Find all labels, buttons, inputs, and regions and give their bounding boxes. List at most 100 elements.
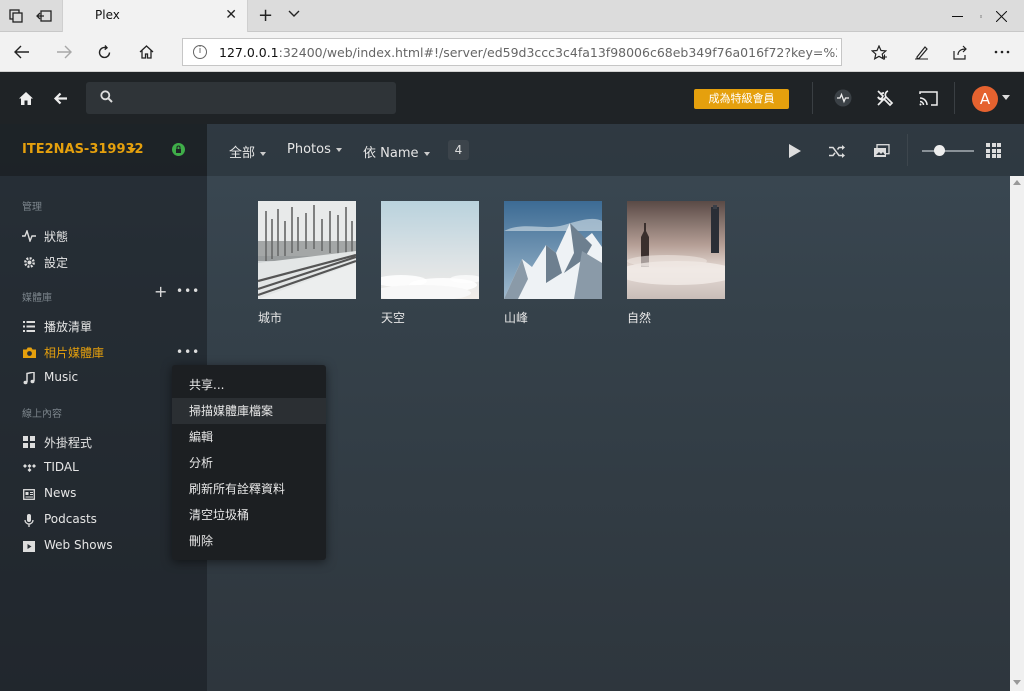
library-toolbar: 全部 Photos 依 Name 4 [207,124,1024,176]
chevron-down-icon[interactable] [1002,95,1010,100]
chevron-down-icon [423,151,430,156]
album-title[interactable]: 山峰 [504,309,528,326]
menu-item-scan-library[interactable]: 掃描媒體庫檔案 [172,398,326,424]
more-icon[interactable] [990,41,1014,63]
item-count-badge: 4 [448,140,469,160]
sort-dropdown[interactable]: 依 Name [363,142,430,161]
scrollbar[interactable] [1010,176,1024,691]
menu-item-delete[interactable]: 刪除 [172,528,326,554]
tab-manager-icon[interactable] [6,6,26,26]
tidal-icon [22,461,36,475]
menu-item-refresh-metadata[interactable]: 刷新所有詮釋資料 [172,476,326,502]
search-input[interactable] [124,86,384,110]
sidebar-item-settings[interactable]: 設定 [0,251,207,273]
sidebar-item-label: 相片媒體庫 [44,346,105,360]
filter-dropdown[interactable]: 全部 [229,142,267,161]
filter-label: 全部 [229,146,256,161]
slider-handle[interactable] [934,145,945,156]
music-note-icon [22,371,36,385]
album-card[interactable]: 自然 [627,201,725,325]
microphone-icon [22,513,36,527]
set-tabs-aside-icon[interactable] [34,6,54,26]
sidebar-item-label: Music [44,370,79,384]
poster-size-slider[interactable] [922,150,974,152]
plex-app: 成為特級會員 A ITE2NAS-319932 管理 狀態 設定 媒體庫 + •… [0,72,1024,691]
url-input[interactable]: i 127.0.0.1:32400/web/index.html#!/serve… [182,38,842,66]
news-icon [22,487,36,501]
sort-prefix: 依 [363,146,377,161]
tab-plex[interactable]: Plex ✕ [62,0,248,32]
album-poster-city-fog[interactable] [627,201,725,299]
share-icon[interactable] [948,41,972,63]
forward-arrow-icon[interactable] [52,41,76,63]
sidebar-item-label: 外掛程式 [44,436,93,450]
home-icon[interactable] [16,88,36,108]
maximize-button[interactable] [936,0,982,32]
plex-top-nav: 成為特級會員 A [0,72,1024,124]
url-text: 127.0.0.1:32400/web/index.html#!/server/… [219,45,837,60]
gear-icon [22,255,36,269]
type-dropdown[interactable]: Photos [287,142,342,157]
lock-icon [172,143,185,156]
scroll-down-icon[interactable] [1013,680,1021,685]
photo-library-more-icon[interactable]: ••• [176,345,200,359]
menu-item-share[interactable]: 共享... [172,372,326,398]
pen-icon[interactable] [909,41,933,63]
album-card[interactable]: 山峰 [504,201,602,325]
divider [954,82,955,114]
sidebar-item-label: 設定 [44,256,69,270]
tools-icon[interactable] [875,88,895,108]
menu-item-analyze[interactable]: 分析 [172,450,326,476]
album-card[interactable]: 天空 [381,201,479,325]
server-selector[interactable]: ITE2NAS-319932 [0,124,207,176]
go-premium-button[interactable]: 成為特級會員 [694,89,789,109]
activity-icon[interactable] [833,88,853,108]
new-tab-icon[interactable]: + [258,5,273,26]
close-tab-icon[interactable]: ✕ [225,7,237,23]
chevron-down-icon[interactable] [288,7,300,21]
album-poster-snow-mountain[interactable] [504,201,602,299]
sidebar-item-label: TIDAL [44,460,79,474]
sidebar-item-label: 播放清單 [44,320,93,334]
search-box[interactable] [86,82,396,114]
album-poster-sky-clouds[interactable] [381,201,479,299]
chevron-down-icon [260,151,267,156]
section-label-libraries: 媒體庫 [22,293,52,304]
favorites-star-icon[interactable] [867,41,891,63]
play-icon[interactable] [784,140,806,162]
tab-title: Plex [95,8,120,22]
album-card[interactable]: 城市 [258,201,356,325]
site-info-icon[interactable]: i [193,45,207,59]
list-icon [22,319,36,333]
scroll-up-icon[interactable] [1013,180,1021,185]
avatar[interactable]: A [972,86,998,112]
album-title[interactable]: 城市 [258,309,282,326]
sidebar-item-playlists[interactable]: 播放清單 [0,315,207,337]
album-title[interactable]: 自然 [627,309,651,326]
back-arrow-icon[interactable] [10,41,34,63]
album-title[interactable]: 天空 [381,309,405,326]
camera-icon [22,345,36,359]
back-arrow-icon[interactable] [50,88,70,108]
menu-item-empty-trash[interactable]: 清空垃圾桶 [172,502,326,528]
url-path: :32400/web/index.html#!/server/ed59d3ccc… [278,45,837,60]
menu-item-edit[interactable]: 編輯 [172,424,326,450]
close-window-icon[interactable] [978,0,1024,32]
chevron-down-icon [335,147,342,152]
shuffle-icon[interactable] [826,140,848,162]
sidebar-item-label: News [44,486,77,500]
cast-icon[interactable] [918,88,938,108]
sidebar-item-label: Web Shows [44,538,113,552]
album-poster-snowy-road[interactable] [258,201,356,299]
add-library-icon[interactable]: + [154,282,167,301]
refresh-icon[interactable] [92,41,116,63]
type-label: Photos [287,142,331,157]
divider [812,82,813,114]
slideshow-icon[interactable] [870,140,892,162]
server-name: ITE2NAS-319932 [22,142,144,157]
grid-view-icon[interactable] [986,143,1001,158]
libraries-more-icon[interactable]: ••• [176,284,200,298]
sidebar-item-label: 狀態 [44,230,69,244]
home-icon[interactable] [134,41,158,63]
sidebar-item-status[interactable]: 狀態 [0,225,207,247]
